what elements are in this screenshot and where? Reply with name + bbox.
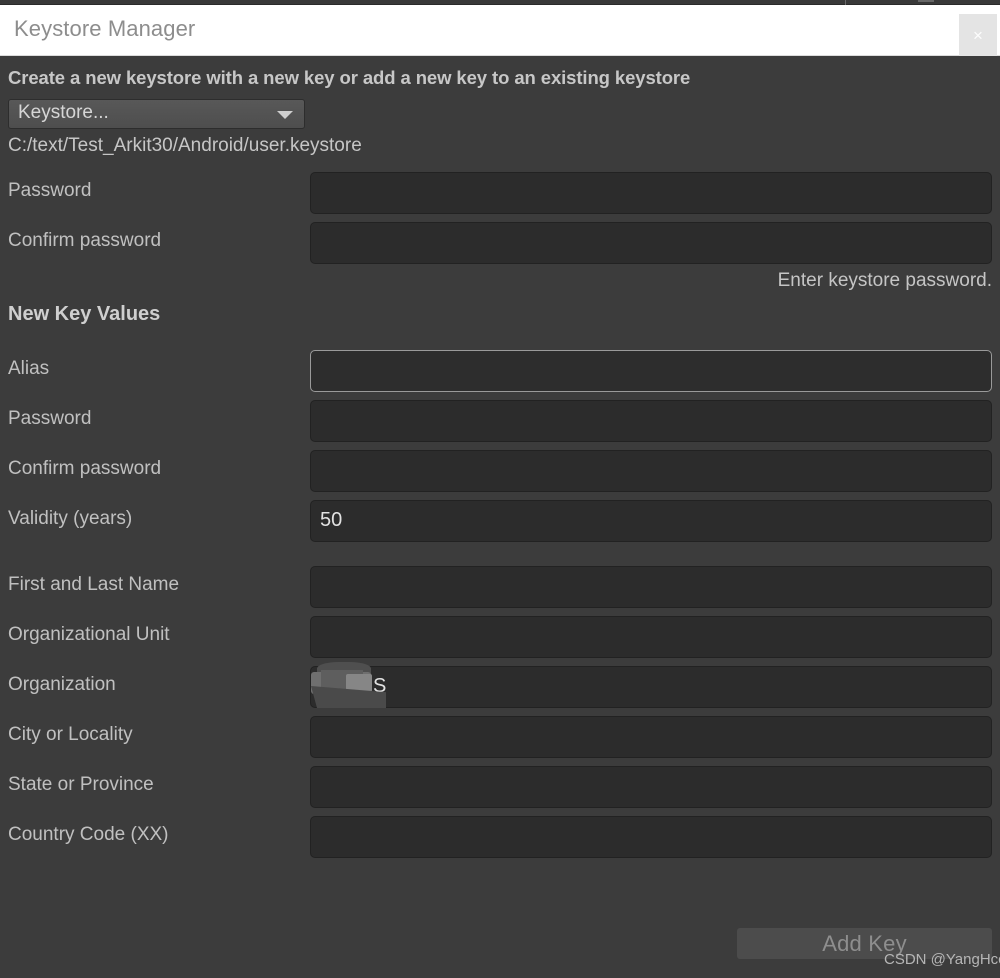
label-validity: Validity (years) <box>8 508 133 529</box>
label-key-confirm-password: Confirm password <box>8 458 162 479</box>
keystore-password-hint: Enter keystore password. <box>777 270 992 291</box>
label-state-or-province: State or Province <box>8 774 154 795</box>
label-keystore-password: Password <box>8 180 92 201</box>
input-first-and-last-name[interactable] <box>310 566 992 608</box>
label-organizational-unit: Organizational Unit <box>8 624 170 645</box>
label-key-password: Password <box>8 408 92 429</box>
input-organization-value: S <box>373 675 387 697</box>
keystore-manager-window: Keystore Manager × Create a new keystore… <box>0 0 1000 978</box>
label-first-and-last-name: First and Last Name <box>8 574 180 595</box>
dialog-body: Create a new keystore with a new key or … <box>0 56 1000 978</box>
window-title: Keystore Manager <box>14 16 196 41</box>
watermark-text: CSDN @YangHcc <box>884 951 1000 968</box>
input-country-code[interactable] <box>310 816 992 858</box>
keystore-path-text: C:/text/Test_Arkit30/Android/user.keysto… <box>8 135 362 156</box>
chevron-down-icon <box>277 111 293 119</box>
keystore-select-label: Keystore... <box>18 102 109 123</box>
input-organization[interactable]: S <box>310 666 992 708</box>
label-alias: Alias <box>8 358 50 379</box>
input-city-or-locality[interactable] <box>310 716 992 758</box>
input-keystore-password[interactable] <box>310 172 992 214</box>
window-titlebar: Keystore Manager × <box>0 5 1000 56</box>
input-alias[interactable] <box>310 350 992 392</box>
label-city-or-locality: City or Locality <box>8 724 133 745</box>
input-validity-value: 50 <box>320 509 343 531</box>
input-keystore-confirm-password[interactable] <box>310 222 992 264</box>
input-validity[interactable]: 50 <box>310 500 992 542</box>
dialog-heading: Create a new keystore with a new key or … <box>8 67 691 88</box>
input-key-confirm-password[interactable] <box>310 450 992 492</box>
label-organization: Organization <box>8 674 116 695</box>
input-organizational-unit[interactable] <box>310 616 992 658</box>
chrome-nub <box>918 0 934 2</box>
close-button[interactable]: × <box>959 14 997 56</box>
input-state-or-province[interactable] <box>310 766 992 808</box>
keystore-select[interactable]: Keystore... <box>8 99 305 129</box>
input-key-password[interactable] <box>310 400 992 442</box>
new-key-values-heading: New Key Values <box>8 303 161 325</box>
close-icon: × <box>973 25 983 45</box>
label-keystore-confirm-password: Confirm password <box>8 230 162 251</box>
label-country-code: Country Code (XX) <box>8 824 169 845</box>
